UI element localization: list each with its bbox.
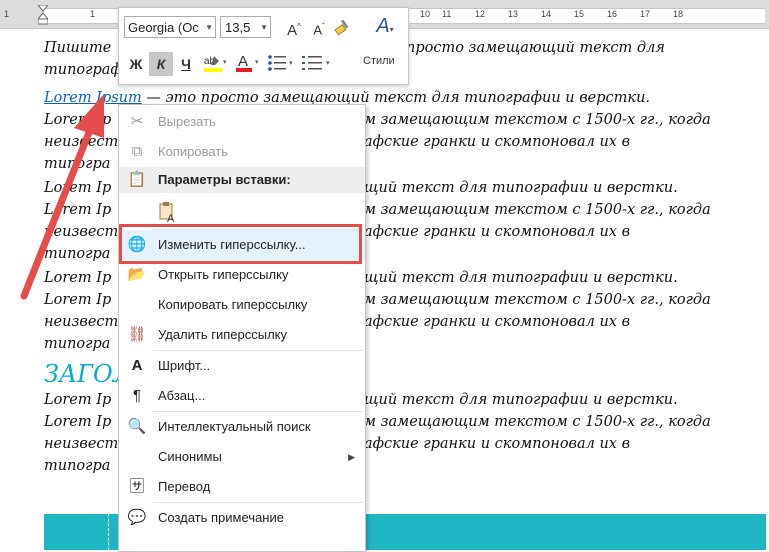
styles-label: Стили — [363, 55, 395, 67]
svg-text:▾: ▾ — [223, 59, 227, 66]
font-icon: A — [131, 357, 143, 374]
paste-text-only-icon: A — [157, 201, 177, 225]
highlight-frame — [119, 224, 362, 264]
paste-options-header: 📋 Параметры вставки: — [119, 167, 365, 193]
menu-item-remove-hyperlink[interactable]: ⛓ Удалить гиперссылку — [119, 320, 365, 350]
svg-text:▾: ▾ — [255, 59, 259, 66]
doc-line: Lorem Ip — [44, 392, 112, 408]
font-color-button[interactable]: A ▾ — [233, 52, 263, 76]
doc-line: Пишите — [44, 40, 112, 56]
bullets-button[interactable]: ▾ — [265, 52, 297, 76]
menu-item-smart-lookup[interactable]: 🔍 Интеллектуальный поиск — [119, 412, 365, 442]
ruler-number: 17 — [640, 9, 651, 19]
font-color-icon: A ▾ — [236, 53, 259, 72]
open-link-icon: 📂 — [127, 266, 147, 283]
bullets-icon: ▾ — [268, 55, 293, 71]
menu-item-cut[interactable]: ✂ Вырезать — [119, 107, 365, 137]
ruler-number: 16 — [607, 9, 618, 19]
format-painter-button[interactable] — [331, 15, 355, 39]
doc-line: м замещающим текстом с 1500-х гг., когда — [364, 112, 711, 128]
highlight-button[interactable]: ab ▾ — [201, 52, 231, 76]
bold-button[interactable]: Ж — [124, 52, 148, 76]
styles-button[interactable]: A▾ — [369, 14, 401, 38]
doc-line: неизвест — [44, 224, 119, 240]
doc-line: Lorem Ip — [44, 292, 112, 308]
remove-link-icon: ⛓ — [127, 326, 147, 343]
new-comment-icon: 💬 — [127, 509, 147, 526]
ruler-number: 15 — [574, 9, 585, 19]
doc-line: неизвест — [44, 134, 119, 150]
translate-icon: 🈂 — [129, 478, 145, 495]
underline-button[interactable]: Ч — [174, 52, 198, 76]
ruler-number: 1 — [4, 9, 10, 19]
doc-line: типогра — [44, 156, 111, 172]
svg-text:▾: ▾ — [326, 60, 330, 67]
submenu-arrow-icon: ▶ — [348, 452, 355, 462]
context-menu: ✂ Вырезать ⧉ Копировать 📋 Параметры вста… — [118, 104, 366, 552]
menu-item-open-hyperlink[interactable]: 📂 Открыть гиперссылку — [119, 260, 365, 290]
doc-line: афские гранки и скомпоновал их в — [364, 436, 631, 452]
doc-line: щий текст для типографии и верстки. — [364, 392, 678, 408]
indent-marker-icon[interactable] — [38, 5, 48, 25]
svg-text:A: A — [238, 53, 248, 70]
doc-line: щий текст для типографии и верстки. — [364, 180, 678, 196]
highlighter-icon: ab ▾ — [204, 56, 227, 72]
doc-line: Lorem Ip — [44, 112, 112, 128]
doc-line: Lorem Ip — [44, 180, 112, 196]
ruler-number: 18 — [673, 9, 684, 19]
doc-line: м замещающим текстом с 1500-х гг., когда — [364, 202, 711, 218]
menu-item-translate[interactable]: 🈂 Перевод — [119, 472, 365, 502]
doc-line: щий текст для типографии и верстки. — [364, 270, 678, 286]
menu-item-paragraph[interactable]: ¶ Абзац... — [119, 381, 365, 411]
format-painter-icon — [334, 19, 349, 36]
doc-line: афские гранки и скомпоновал их в — [364, 134, 631, 150]
doc-line: просто замещающий текст для — [406, 40, 665, 56]
smart-lookup-icon: 🔍 — [127, 418, 147, 435]
font-name-box[interactable]: Georgia (Oc ▼ — [124, 16, 216, 38]
doc-line: м замещающим текстом с 1500-х гг., когда — [364, 414, 711, 430]
ruler-number: 1 — [90, 9, 96, 19]
doc-line: типогра — [44, 458, 111, 474]
doc-line: типогра — [44, 336, 111, 352]
ruler-number: 12 — [475, 9, 486, 19]
svg-text:A: A — [167, 213, 175, 223]
grow-font-button[interactable]: A^ — [282, 15, 306, 39]
chevron-down-icon: ▼ — [205, 23, 213, 32]
shrink-font-button[interactable]: Aˇ — [307, 15, 331, 39]
doc-line: типограф — [44, 62, 122, 78]
ruler-number: 13 — [508, 9, 519, 19]
numbering-icon: ▾ — [302, 56, 330, 70]
scissors-icon: ✂ — [130, 113, 144, 130]
svg-text:▾: ▾ — [289, 60, 293, 67]
doc-line: неизвест — [44, 436, 119, 452]
doc-line: м замещающим текстом с 1500-х гг., когда — [364, 292, 711, 308]
font-size-box[interactable]: 13,5 ▼ — [220, 16, 271, 38]
doc-line: Lorem Ip — [44, 202, 112, 218]
menu-item-copy[interactable]: ⧉ Копировать — [119, 137, 365, 167]
menu-item-font[interactable]: A Шрифт... — [119, 351, 365, 381]
numbering-button[interactable]: ▾ — [299, 52, 335, 76]
doc-line: неизвест — [44, 314, 119, 330]
doc-line: афские гранки и скомпоновал их в — [364, 224, 631, 240]
menu-item-new-comment[interactable]: 💬 Создать примечание — [119, 503, 365, 533]
clipboard-icon: 📋 — [127, 171, 147, 188]
chevron-down-icon: ▼ — [260, 23, 268, 32]
mini-toolbar: Georgia (Oc ▼ 13,5 ▼ A^ Aˇ A▾ Ж К Ч ab ▾ A ▾… — [118, 7, 409, 85]
paragraph-icon: ¶ — [132, 387, 142, 404]
ruler-number: 10 — [420, 9, 431, 19]
ruler-number: 14 — [541, 9, 552, 19]
ruler-number: 11 — [442, 9, 452, 19]
doc-line: Lorem Ip — [44, 414, 112, 430]
italic-button[interactable]: К — [149, 52, 173, 76]
copy-icon: ⧉ — [131, 143, 143, 160]
doc-line: Lorem Ip — [44, 270, 112, 286]
menu-item-synonyms[interactable]: Синонимы ▶ — [119, 442, 365, 472]
menu-item-copy-hyperlink[interactable]: Копировать гиперссылку — [119, 290, 365, 320]
doc-line: типогра — [44, 246, 111, 262]
doc-line: афские гранки и скомпоновал их в — [364, 314, 631, 330]
